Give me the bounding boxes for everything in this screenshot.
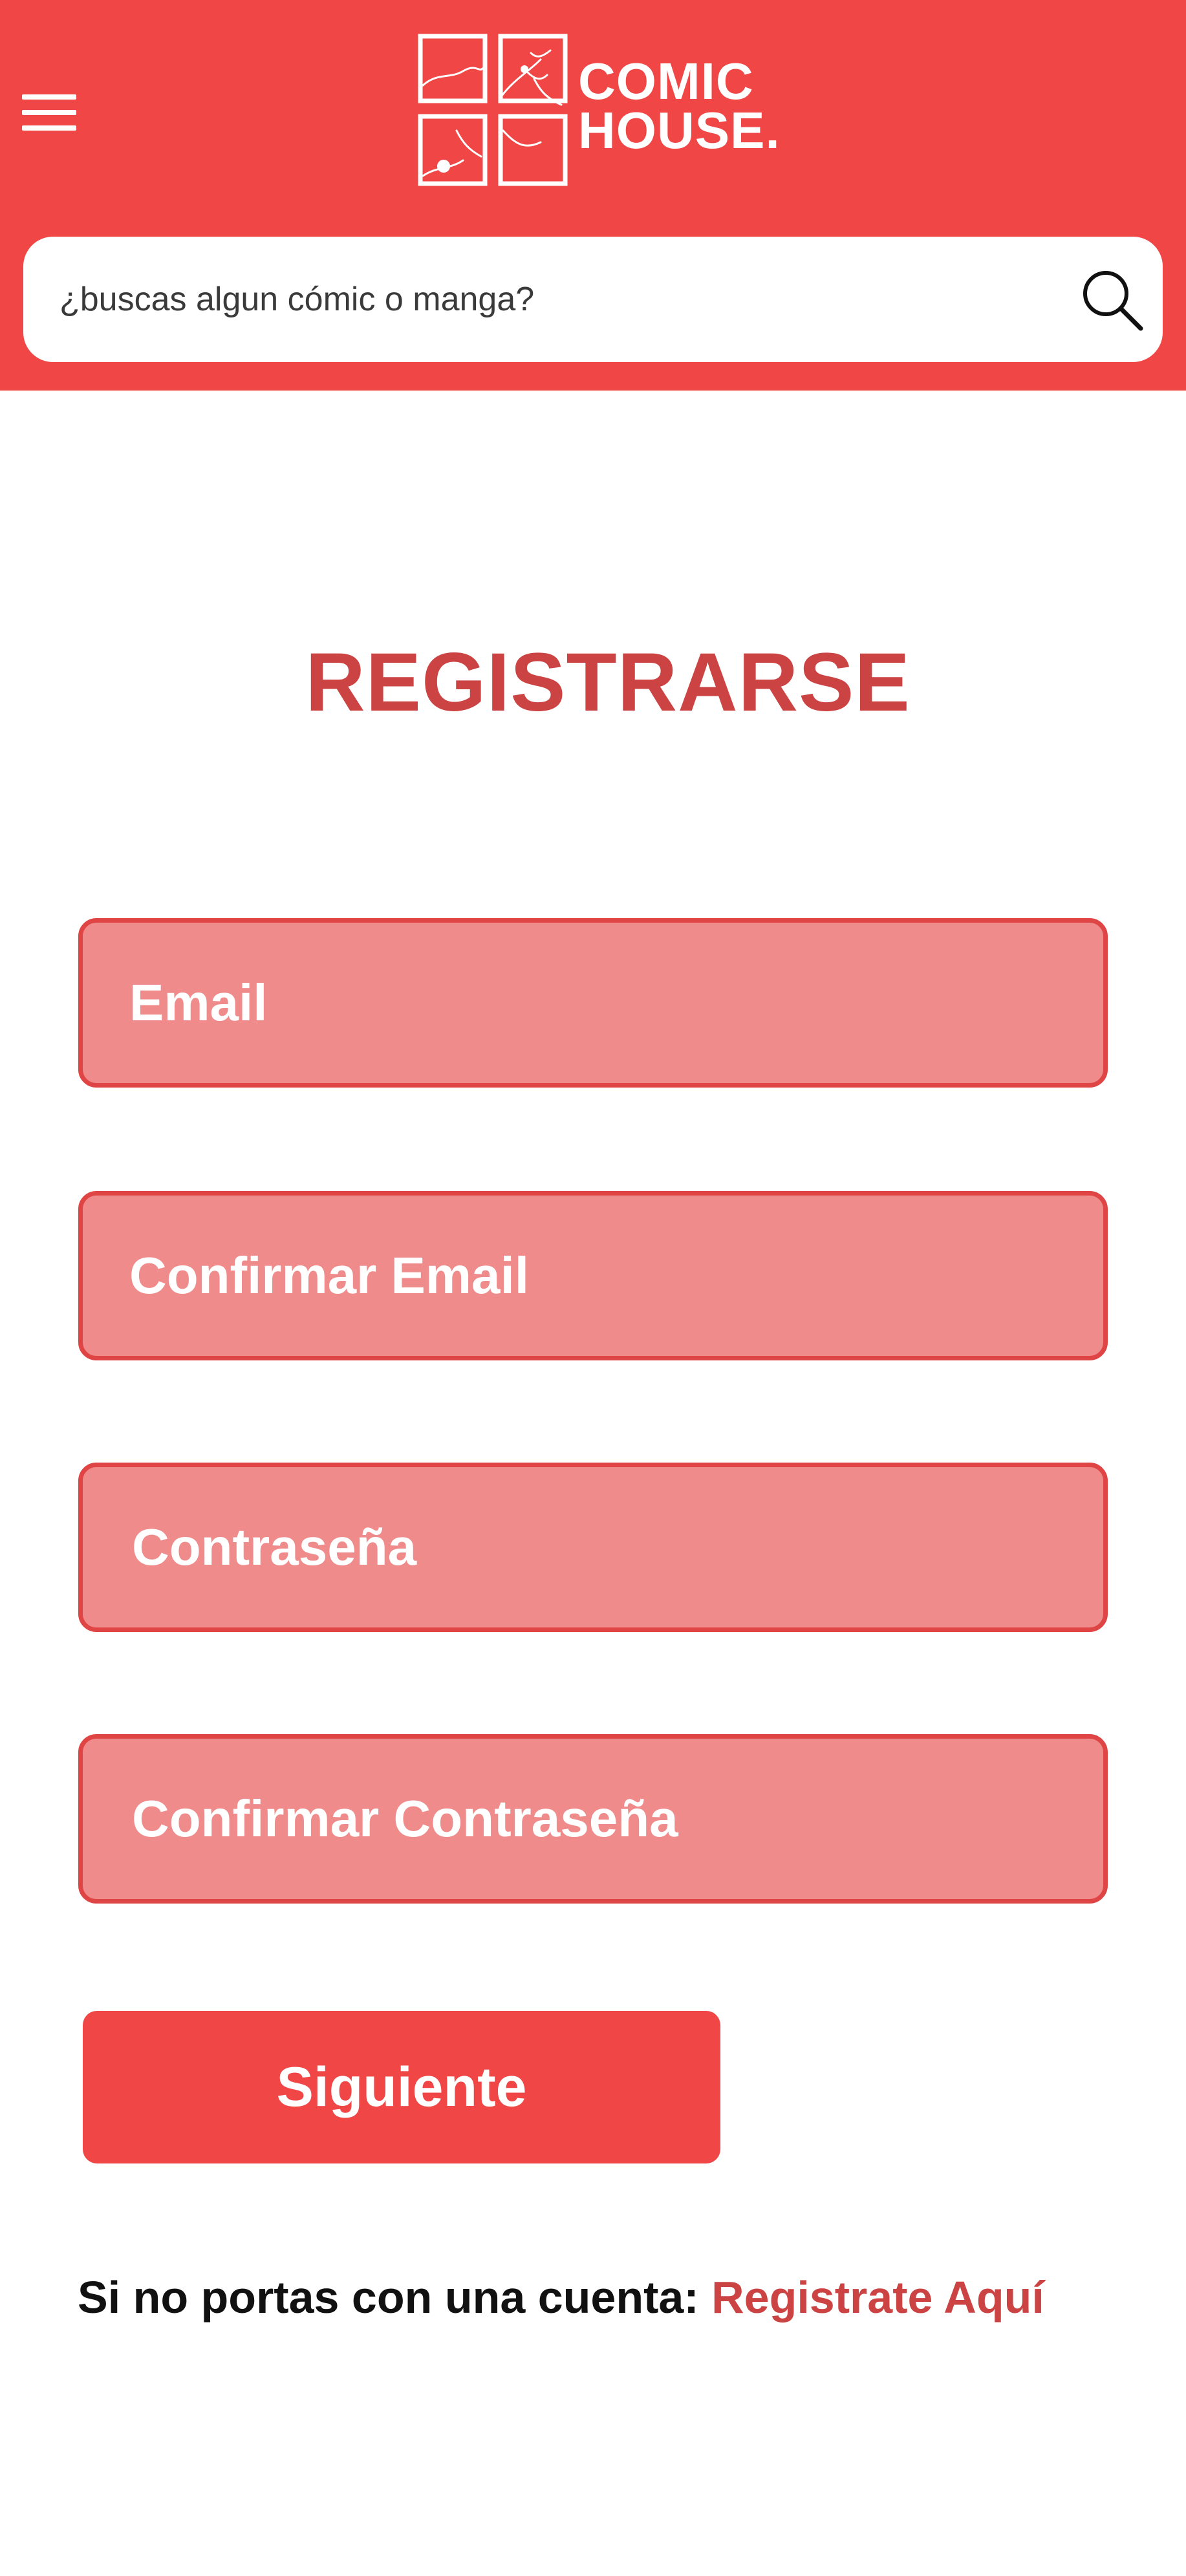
register-here-link[interactable]: Registrate Aquí [711,2272,1044,2323]
password-field-label: Contraseña [132,1518,417,1576]
hamburger-menu-icon[interactable] [22,92,76,133]
search-icon[interactable] [1077,265,1148,336]
confirm-password-field[interactable]: Confirmar Contraseña [78,1734,1108,1904]
brand-name: COMIC HOUSE. [578,52,781,159]
email-field-label: Email [129,974,268,1031]
search-bar [23,237,1163,362]
brand-line-1: COMIC [578,52,754,110]
register-prompt-text: Si no portas con una cuenta: [78,2272,699,2323]
confirm-email-field[interactable]: Confirmar Email [78,1191,1108,1360]
top-header: COMIC HOUSE. [0,0,1186,391]
confirm-password-field-label: Confirmar Contraseña [132,1790,678,1847]
brand-logo[interactable]: COMIC HOUSE. [418,34,793,189]
password-field[interactable]: Contraseña [78,1463,1108,1632]
search-input[interactable] [59,237,1042,362]
comic-panels-logo-icon [418,34,568,186]
email-field[interactable]: Email [78,918,1108,1088]
confirm-email-field-label: Confirmar Email [129,1247,529,1304]
brand-line-2: HOUSE. [578,102,781,159]
next-button[interactable]: Siguiente [83,2011,720,2163]
register-prompt: Si no portas con una cuenta: Registrate … [78,2268,1151,2326]
page-title: REGISTRARSE [305,636,911,729]
